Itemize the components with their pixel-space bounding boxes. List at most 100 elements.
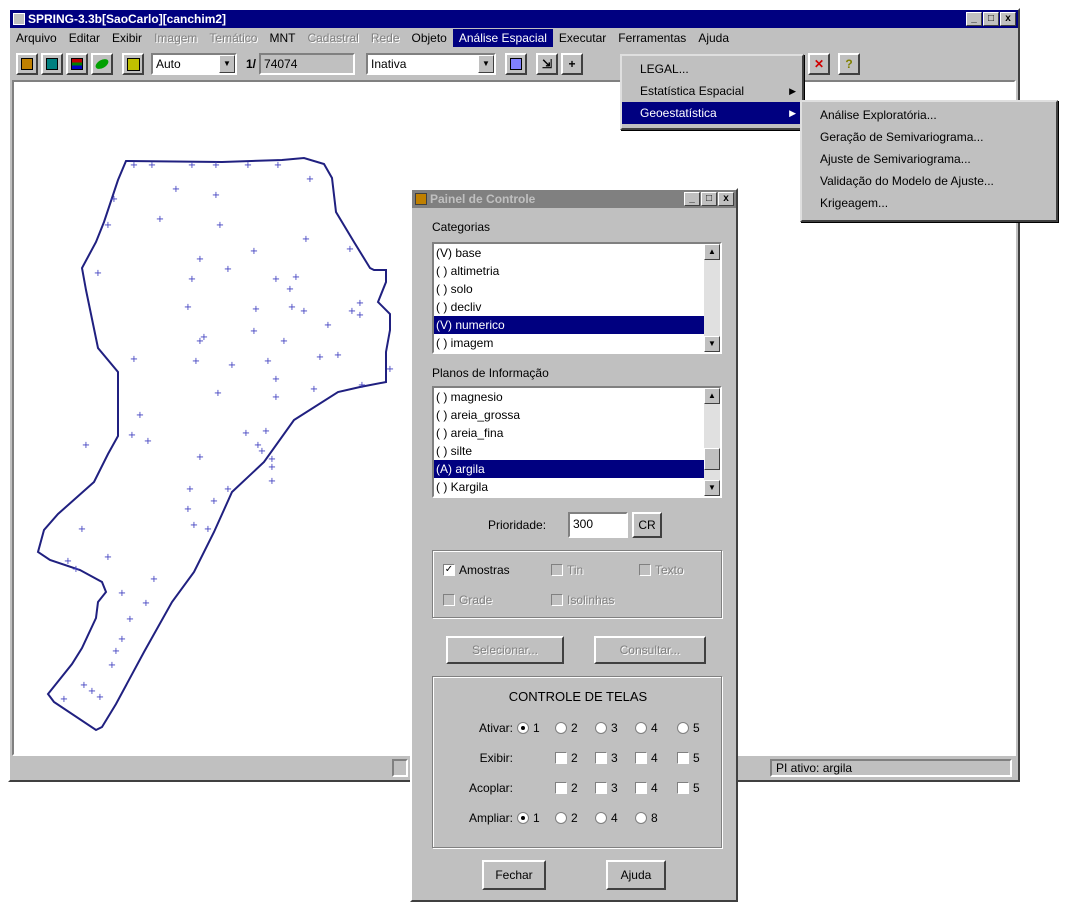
svg-text:+: + — [172, 184, 180, 195]
help-icon[interactable]: ? — [838, 53, 860, 75]
menu-imagem[interactable]: Imagem — [148, 29, 203, 47]
list-item[interactable]: (A) argila — [434, 460, 704, 478]
ativar-5[interactable]: 5 — [677, 721, 700, 735]
chevron-down-icon[interactable]: ▼ — [219, 55, 235, 73]
planes-scrollbar[interactable]: ▲ ▼ — [704, 388, 720, 496]
list-item[interactable]: (V) base — [434, 244, 720, 262]
opt-texto[interactable]: Texto — [639, 563, 684, 577]
svg-text:+: + — [228, 360, 236, 371]
project-icon[interactable] — [41, 53, 63, 75]
list-item[interactable]: ( ) areia_fina — [434, 424, 720, 442]
list-item[interactable]: ( ) decliv — [434, 298, 720, 316]
ativar-3[interactable]: 3 — [595, 721, 618, 735]
exibir-2[interactable]: 2 — [555, 751, 578, 765]
menu-objeto[interactable]: Objeto — [406, 29, 453, 47]
menu-rede[interactable]: Rede — [365, 29, 406, 47]
scroll-thumb[interactable] — [704, 448, 720, 470]
list-item[interactable]: ( ) magnesio — [434, 388, 720, 406]
acoplar-3[interactable]: 3 — [595, 781, 618, 795]
ativar-4[interactable]: 4 — [635, 721, 658, 735]
amostras-checkbox[interactable]: ✓ — [443, 564, 455, 576]
scroll-up-icon[interactable]: ▲ — [704, 244, 720, 260]
fechar-button[interactable]: Fechar — [482, 860, 546, 890]
opt-grade[interactable]: Grade — [443, 593, 492, 607]
isolinhas-checkbox[interactable] — [551, 594, 563, 606]
list-item[interactable]: ( ) solo — [434, 280, 720, 298]
list-item[interactable]: ( ) Kargila — [434, 478, 720, 496]
database-icon[interactable] — [16, 53, 38, 75]
submenu-item-validacao-modelo[interactable]: Validação do Modelo de Ajuste... — [802, 170, 1056, 192]
submenu-item-ajuste-semivariograma[interactable]: Ajuste de Semivariograma... — [802, 148, 1056, 170]
list-item[interactable]: ( ) areia_grossa — [434, 406, 720, 424]
selecionar-button[interactable]: Selecionar... — [446, 636, 564, 664]
menu-item-estatistica-espacial[interactable]: Estatística Espacial ▶ — [622, 80, 802, 102]
list-item[interactable]: (V) numerico — [434, 316, 704, 334]
menu-item-geoestatistica[interactable]: Geoestatística ▶ — [622, 102, 802, 124]
draw-icon[interactable] — [91, 53, 113, 75]
opt-tin[interactable]: Tin — [551, 563, 583, 577]
close-button[interactable]: x — [1000, 12, 1016, 26]
menu-cadastral[interactable]: Cadastral — [301, 29, 364, 47]
menu-editar[interactable]: Editar — [63, 29, 106, 47]
grade-checkbox[interactable] — [443, 594, 455, 606]
acoplar-2[interactable]: 2 — [555, 781, 578, 795]
submenu-item-analise-exploratoria[interactable]: Análise Exploratória... — [802, 104, 1056, 126]
palette-icon[interactable] — [505, 53, 528, 75]
opt-isolinhas[interactable]: Isolinhas — [551, 593, 614, 607]
ampliar-8[interactable]: 8 — [635, 811, 658, 825]
tin-checkbox[interactable] — [551, 564, 563, 576]
zoom-in-icon[interactable]: ⇲ — [536, 53, 559, 75]
cursor-icon[interactable]: + — [561, 53, 584, 75]
consultar-button[interactable]: Consultar... — [594, 636, 706, 664]
panel-minimize-button[interactable]: _ — [684, 192, 700, 206]
display-icon[interactable] — [122, 53, 144, 75]
svg-text:+: + — [72, 564, 80, 575]
list-item[interactable]: ( ) imagem — [434, 334, 720, 352]
list-item[interactable]: ( ) silte — [434, 442, 720, 460]
list-item[interactable]: ( ) altimetria — [434, 262, 720, 280]
scale-mode-select[interactable]: Auto ▼ — [151, 53, 237, 75]
minimize-button[interactable]: _ — [966, 12, 982, 26]
scroll-down-icon[interactable]: ▼ — [704, 336, 720, 352]
exibir-4[interactable]: 4 — [635, 751, 658, 765]
delete-icon[interactable]: ✕ — [808, 53, 830, 75]
ajuda-button[interactable]: Ajuda — [606, 860, 666, 890]
cr-button[interactable]: CR — [632, 512, 662, 538]
menu-analise-espacial[interactable]: Análise Espacial — [452, 29, 553, 47]
menu-tematico[interactable]: Temático — [203, 29, 263, 47]
priority-input[interactable]: 300 — [568, 512, 628, 538]
ampliar-4[interactable]: 4 — [595, 811, 618, 825]
menu-item-legal[interactable]: LEGAL... — [622, 58, 802, 80]
texto-checkbox[interactable] — [639, 564, 651, 576]
scroll-up-icon[interactable]: ▲ — [704, 388, 720, 404]
categories-scrollbar[interactable]: ▲ ▼ — [704, 244, 720, 352]
acoplar-5[interactable]: 5 — [677, 781, 700, 795]
chevron-down-icon[interactable]: ▼ — [478, 55, 495, 73]
ampliar-1[interactable]: 1 — [517, 811, 540, 825]
panel-close-button[interactable]: x — [718, 192, 734, 206]
categories-list[interactable]: (V) base ( ) altimetria ( ) solo ( ) dec… — [432, 242, 722, 354]
ampliar-2[interactable]: 2 — [555, 811, 578, 825]
exibir-3[interactable]: 3 — [595, 751, 618, 765]
scroll-down-icon[interactable]: ▼ — [704, 480, 720, 496]
acoplar-4[interactable]: 4 — [635, 781, 658, 795]
maximize-button[interactable]: □ — [983, 12, 999, 26]
mode-select[interactable]: Inativa ▼ — [366, 53, 497, 75]
menu-ferramentas[interactable]: Ferramentas — [612, 29, 692, 47]
menu-arquivo[interactable]: Arquivo — [10, 29, 63, 47]
svg-text:+: + — [212, 190, 220, 201]
opt-amostras[interactable]: ✓ Amostras — [443, 563, 510, 577]
menu-exibir[interactable]: Exibir — [106, 29, 148, 47]
menu-executar[interactable]: Executar — [553, 29, 612, 47]
panel-maximize-button[interactable]: □ — [701, 192, 717, 206]
exibir-5[interactable]: 5 — [677, 751, 700, 765]
menu-ajuda[interactable]: Ajuda — [692, 29, 735, 47]
ativar-2[interactable]: 2 — [555, 721, 578, 735]
menu-mnt[interactable]: MNT — [263, 29, 301, 47]
planes-list[interactable]: ( ) magnesio ( ) areia_grossa ( ) areia_… — [432, 386, 722, 498]
scale-input[interactable]: 74074 — [259, 53, 356, 75]
ativar-1[interactable]: 1 — [517, 721, 540, 735]
submenu-item-krigeagem[interactable]: Krigeagem... — [802, 192, 1056, 214]
layers-icon[interactable] — [66, 53, 88, 75]
submenu-item-geracao-semivariograma[interactable]: Geração de Semivariograma... — [802, 126, 1056, 148]
